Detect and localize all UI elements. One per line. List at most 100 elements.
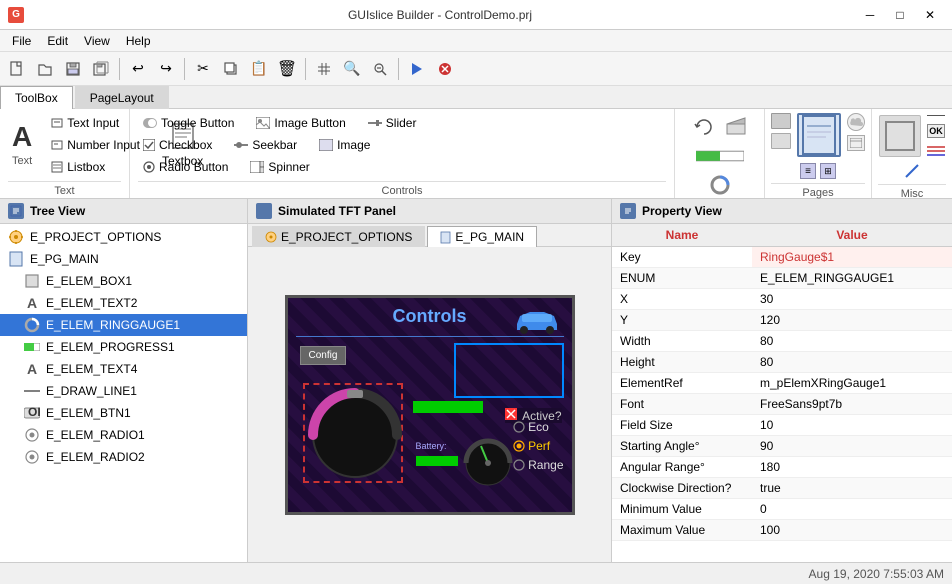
prop-row[interactable]: Clockwise Direction?true <box>612 478 952 499</box>
prop-row-name: Height <box>612 352 752 373</box>
main-area: ToolBox PageLayout A Text Text Input <box>0 86 952 562</box>
tb-paste[interactable]: 📋 <box>246 56 272 82</box>
tool-radio-btn[interactable]: Radio Button <box>138 157 233 177</box>
prop-row[interactable]: Minimum Value0 <box>612 499 952 520</box>
tree-item-ringgauge1[interactable]: E_ELEM_RINGGAUGE1 <box>0 314 247 336</box>
tool-toggle-btn[interactable]: Toggle Button <box>138 113 239 133</box>
tft-radio-eco: Eco <box>513 420 563 434</box>
prop-row[interactable]: Width80 <box>612 331 952 352</box>
prop-row[interactable]: Angular Range°180 <box>612 457 952 478</box>
prop-row-value: 80 <box>752 331 952 352</box>
line1-icon <box>24 383 40 399</box>
status-text: Aug 19, 2020 7:55:03 AM <box>809 567 944 581</box>
prop-row[interactable]: Starting Angle°90 <box>612 436 952 457</box>
gauge-ramp-icon[interactable] <box>722 113 750 141</box>
tool-image[interactable]: Image <box>314 135 375 155</box>
prop-row-value: 0 <box>752 499 952 520</box>
prop-row-name: Starting Angle° <box>612 436 752 457</box>
tree-item-box1[interactable]: E_ELEM_BOX1 <box>0 270 247 292</box>
tft-panel-title: Simulated TFT Panel <box>278 204 396 218</box>
tree-item-project-options[interactable]: E_PROJECT_OPTIONS <box>0 226 247 248</box>
controls-section-label: Controls <box>138 181 666 197</box>
prop-row[interactable]: ENUME_ELEM_RINGGAUGE1 <box>612 268 952 289</box>
spinner-label: Spinner <box>268 160 309 174</box>
close-button[interactable]: ✕ <box>916 5 944 25</box>
minimize-button[interactable]: ─ <box>856 5 884 25</box>
tb-save[interactable] <box>60 56 86 82</box>
toolbox-tabs: ToolBox PageLayout <box>0 86 952 109</box>
tb-delete[interactable]: 🗑 <box>274 56 300 82</box>
toolbar-sep-2 <box>184 58 185 80</box>
tb-redo[interactable]: ↪ <box>153 56 179 82</box>
tft-screen-title: Controls <box>393 306 467 327</box>
gauges-row-1 <box>690 113 750 141</box>
image-btn-label: Image Button <box>274 116 345 130</box>
tool-image-btn[interactable]: Image Button <box>251 113 350 133</box>
tb-open[interactable] <box>32 56 58 82</box>
tb-cut[interactable]: ✂ <box>190 56 216 82</box>
gauge-refresh-icon[interactable] <box>690 113 718 141</box>
menu-view[interactable]: View <box>76 32 118 50</box>
prop-row[interactable]: Maximum Value100 <box>612 520 952 541</box>
tb-build[interactable] <box>404 56 430 82</box>
tb-save-all[interactable] <box>88 56 114 82</box>
tree-item-line1[interactable]: E_DRAW_LINE1 <box>0 380 247 402</box>
tb-zoom-in[interactable]: 🔍 <box>339 56 365 82</box>
tool-spinner[interactable]: Spinner <box>245 157 314 177</box>
menu-file[interactable]: File <box>4 32 39 50</box>
prop-row[interactable]: Y120 <box>612 310 952 331</box>
tft-radio-group: Eco Perf Range <box>513 420 563 472</box>
tree-item-text2[interactable]: A E_ELEM_TEXT2 <box>0 292 247 314</box>
pages-extra-icon-2: ⊞ <box>820 163 836 179</box>
prop-row[interactable]: Field Size10 <box>612 415 952 436</box>
radio1-label: E_ELEM_RADIO1 <box>46 428 145 442</box>
tree-item-radio2[interactable]: E_ELEM_RADIO2 <box>0 446 247 468</box>
tree-item-pg-main[interactable]: E_PG_MAIN <box>0 248 247 270</box>
prop-row[interactable]: ElementRefm_pElemXRingGauge1 <box>612 373 952 394</box>
prop-row[interactable]: FontFreeSans9pt7b <box>612 394 952 415</box>
pages-cloud-icon <box>847 113 865 131</box>
tb-grid[interactable] <box>311 56 337 82</box>
tb-new[interactable] <box>4 56 30 82</box>
tool-checkbox[interactable]: Checkbox <box>138 135 217 155</box>
prop-row[interactable]: KeyRingGauge$1 <box>612 247 952 268</box>
progress1-icon <box>24 339 40 355</box>
seekbar-label: Seekbar <box>252 138 297 152</box>
menu-help[interactable]: Help <box>118 32 159 50</box>
gauge-ring-icon[interactable] <box>706 171 734 199</box>
tool-slider[interactable]: Slider <box>363 113 422 133</box>
tb-stop[interactable] <box>432 56 458 82</box>
tb-undo[interactable]: ↩ <box>125 56 151 82</box>
tb-zoom-out[interactable] <box>367 56 393 82</box>
misc-section-label: Misc <box>878 184 946 200</box>
tft-radio-range: Range <box>513 458 563 472</box>
prop-row-name: Clockwise Direction? <box>612 478 752 499</box>
maximize-button[interactable]: □ <box>886 5 914 25</box>
prop-row[interactable]: X30 <box>612 289 952 310</box>
tab-pagelayout[interactable]: PageLayout <box>75 86 169 109</box>
tree-item-btn1[interactable]: OK E_ELEM_BTN1 <box>0 402 247 424</box>
tft-tab-project[interactable]: E_PROJECT_OPTIONS <box>252 226 425 247</box>
page-main-icon[interactable] <box>797 113 841 157</box>
tree-item-radio1[interactable]: E_ELEM_RADIO1 <box>0 424 247 446</box>
tree-item-progress1[interactable]: E_ELEM_PROGRESS1 <box>0 336 247 358</box>
tab-toolbox[interactable]: ToolBox <box>0 86 73 109</box>
gauge-bar-icon[interactable] <box>695 147 745 165</box>
tree-item-text4[interactable]: A E_ELEM_TEXT4 <box>0 358 247 380</box>
tft-tab-main[interactable]: E_PG_MAIN <box>427 226 537 247</box>
misc-box-icon[interactable] <box>879 115 921 157</box>
prop-row-name: Width <box>612 331 752 352</box>
toolbox-panel: A Text Text Input Number Input Listbox <box>0 109 952 199</box>
menu-edit[interactable]: Edit <box>39 32 76 50</box>
title-bar-left: G <box>8 7 24 23</box>
text-icon-label: Text <box>12 155 32 167</box>
prop-table-scroll[interactable]: Name Value KeyRingGauge$1ENUME_ELEM_RING… <box>612 224 952 562</box>
radio1-icon <box>24 427 40 443</box>
pages-section-label: Pages <box>771 183 865 199</box>
tb-copy[interactable] <box>218 56 244 82</box>
gauges-row-3 <box>706 171 734 199</box>
toolbar-sep-1 <box>119 58 120 80</box>
prop-row[interactable]: Height80 <box>612 352 952 373</box>
tool-seekbar[interactable]: Seekbar <box>229 135 302 155</box>
property-table: Name Value KeyRingGauge$1ENUME_ELEM_RING… <box>612 224 952 541</box>
